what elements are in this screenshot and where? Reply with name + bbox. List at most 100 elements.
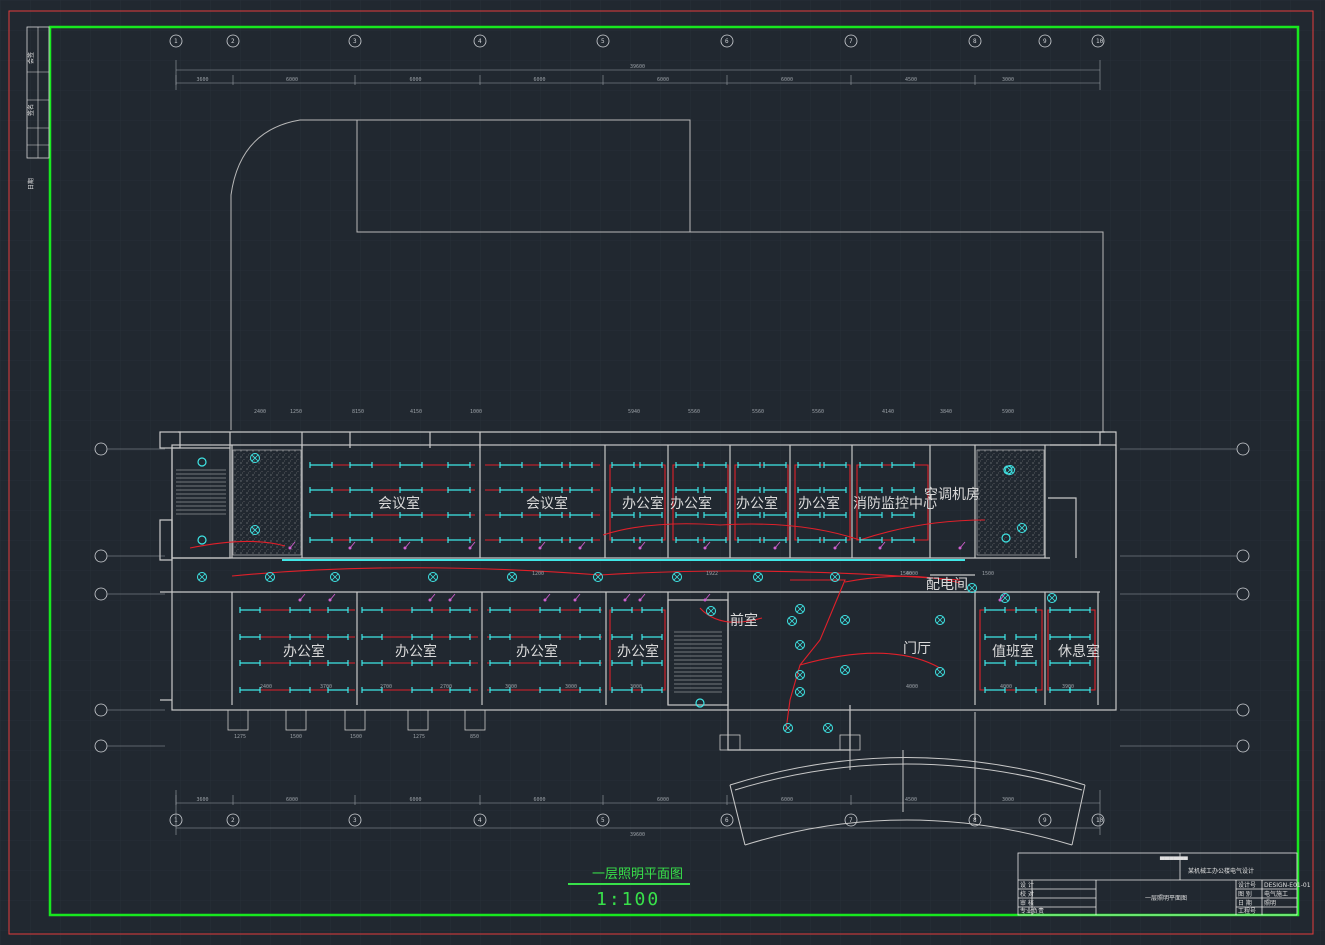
dimension-text: 1500 xyxy=(290,734,302,740)
axis-bubble-top-label: 5 xyxy=(601,38,605,45)
strip-date-label: 日期 xyxy=(27,178,35,190)
room-label-duty: 值班室 xyxy=(992,643,1034,660)
title-block-sheet-name: 一层照明平面图 xyxy=(1145,895,1187,902)
title-block-row-1: 设 计 xyxy=(1020,881,1034,889)
light-switch-dot xyxy=(638,598,642,602)
dimension-text: 5560 xyxy=(812,409,824,415)
title-block-right-2: 图 别 xyxy=(1238,890,1252,898)
dimension-text: 6000 xyxy=(781,797,793,803)
dimension-text: 3000 xyxy=(565,684,577,690)
axis-bubble-top-label: 7 xyxy=(849,38,853,45)
drawing-title: 一层照明平面图 xyxy=(592,867,683,882)
room-label-ac-room: 空调机房 xyxy=(924,487,980,503)
cad-drawing-canvas: 会签 签名 日期 12345678910 12345678910 39600 3… xyxy=(0,0,1325,945)
dimension-text: 1250 xyxy=(290,409,302,415)
room-label-power-room: 配电间 xyxy=(926,577,968,593)
dimension-text: 8150 xyxy=(352,409,364,415)
dimension-text: 6000 xyxy=(410,797,422,803)
bottom-total-dim: 39600 xyxy=(630,832,645,838)
axis-bubble-bottom-label: 6 xyxy=(725,817,729,824)
light-switch-dot xyxy=(958,546,962,550)
title-block-row-3: 审 核 xyxy=(1020,899,1034,907)
title-block-row-2: 校 对 xyxy=(1020,890,1034,898)
light-switch-dot xyxy=(543,598,547,602)
dimension-text: 2400 xyxy=(254,409,266,415)
light-switch-dot xyxy=(578,546,582,550)
dimension-text: 4150 xyxy=(410,409,422,415)
title-block-value-4: 照明 xyxy=(1264,900,1276,907)
dimension-text: 6000 xyxy=(657,77,669,83)
light-switch-dot xyxy=(878,546,882,550)
light-switch-dot xyxy=(703,598,707,602)
dimension-text: 6000 xyxy=(781,77,793,83)
title-block-right-1: 设计号 xyxy=(1238,881,1256,889)
room-label-lobby: 门厅 xyxy=(903,641,931,657)
dimension-text: 1500 xyxy=(982,571,994,577)
light-switch-dot xyxy=(428,598,432,602)
light-switch-dot xyxy=(833,546,837,550)
dimension-text: 4500 xyxy=(905,797,917,803)
room-label-office-n4: 办公室 xyxy=(798,495,840,512)
axis-bubble-top-label: 2 xyxy=(231,38,235,45)
dimension-text: 3000 xyxy=(1002,797,1014,803)
dimension-text: 1275 xyxy=(234,734,246,740)
light-switch-dot xyxy=(773,546,777,550)
drawing-scale: 1:100 xyxy=(596,889,660,910)
room-label-office-n2: 办公室 xyxy=(670,495,712,512)
room-label-reception: 前室 xyxy=(730,612,758,629)
dimension-text: 4000 xyxy=(906,571,918,577)
title-block-header-tag: ▀▀▀▀▀▀ xyxy=(1159,856,1188,864)
light-switch-dot xyxy=(623,598,627,602)
top-total-dim: 39600 xyxy=(630,64,645,70)
light-switch-dot xyxy=(328,598,332,602)
room-label-office-n1: 办公室 xyxy=(622,495,664,512)
axis-bubble-bottom-label: 4 xyxy=(478,817,482,824)
dimension-text: 6000 xyxy=(534,797,546,803)
dimension-text: 1000 xyxy=(470,409,482,415)
dimension-text: 5940 xyxy=(628,409,640,415)
room-label-office-s2: 办公室 xyxy=(395,643,437,660)
dimension-text: 1200 xyxy=(532,571,544,577)
title-block-sheet-no: DESIGN-E01-01 xyxy=(1264,882,1311,889)
light-switch-dot xyxy=(448,598,452,602)
axis-bubble-bottom-label: 9 xyxy=(1043,817,1047,824)
room-label-office-s3: 办公室 xyxy=(516,643,558,660)
room-label-office-s4: 办公室 xyxy=(617,643,659,660)
light-switch-dot xyxy=(998,598,1002,602)
strip-sign-label: 会签 xyxy=(27,52,35,64)
dimension-text: 1275 xyxy=(413,734,425,740)
room-label-office-n3: 办公室 xyxy=(736,495,778,512)
dimension-text: 4000 xyxy=(906,684,918,690)
axis-bubble-top-label: 8 xyxy=(973,38,977,45)
dimension-text: 6000 xyxy=(410,77,422,83)
title-block-right-4: 工程号 xyxy=(1238,907,1256,915)
room-label-office-s1: 办公室 xyxy=(283,643,325,660)
axis-bubble-bottom-label: 5 xyxy=(601,817,605,824)
title-block-row-4: 专业负责 xyxy=(1020,907,1044,915)
dimension-text: 4000 xyxy=(1000,684,1012,690)
light-switch-dot xyxy=(348,546,352,550)
title-block-right-3: 日 期 xyxy=(1238,899,1252,907)
room-label-meeting-2: 会议室 xyxy=(526,495,568,512)
dimension-text: 3000 xyxy=(630,684,642,690)
toilet-north-west xyxy=(232,449,302,556)
light-switch-dot xyxy=(703,546,707,550)
dimension-text: 6000 xyxy=(657,797,669,803)
dimension-text: 2400 xyxy=(260,684,272,690)
dimension-text: 1500 xyxy=(350,734,362,740)
light-switch-dot xyxy=(403,546,407,550)
axis-bubble-top-label: 1 xyxy=(174,38,178,45)
room-label-rest: 休息室 xyxy=(1058,643,1100,660)
axis-bubble-top-label: 4 xyxy=(478,38,482,45)
dimension-text: 5560 xyxy=(688,409,700,415)
light-switch-dot xyxy=(298,598,302,602)
axis-bubble-top-label: 10 xyxy=(1096,38,1104,45)
light-switch-dot xyxy=(638,546,642,550)
title-block-value-2: 电气施工 xyxy=(1264,890,1288,898)
dimension-text: 4140 xyxy=(882,409,894,415)
dimension-text: 3900 xyxy=(1062,684,1074,690)
room-label-meeting-1: 会议室 xyxy=(378,495,420,512)
dimension-text: 4500 xyxy=(905,77,917,83)
dimension-text: 3840 xyxy=(940,409,952,415)
axis-bubble-bottom-label: 2 xyxy=(231,817,235,824)
